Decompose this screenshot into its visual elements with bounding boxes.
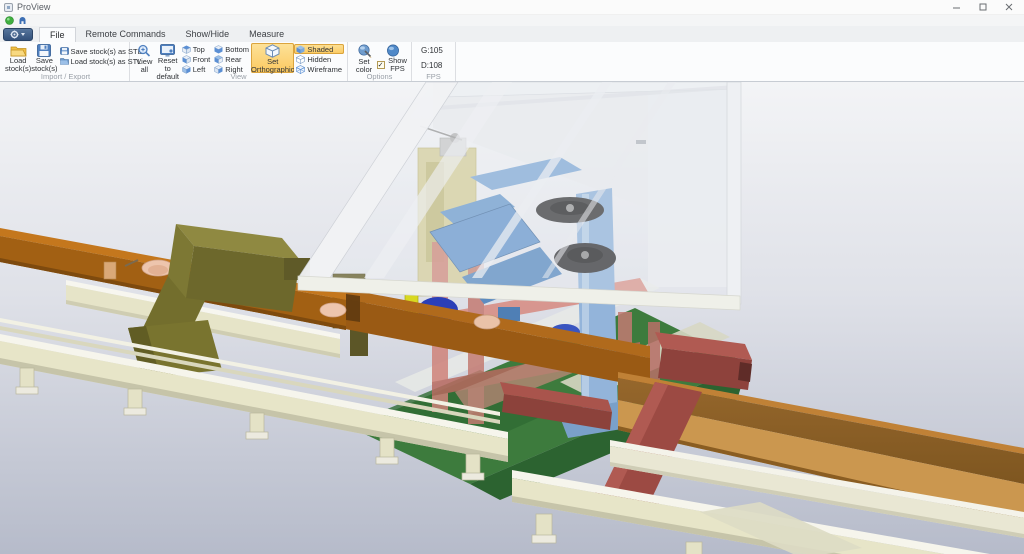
quick-access-toolbar [0,15,1024,26]
close-button[interactable] [998,1,1020,13]
gear-icon [10,30,19,39]
view-top-button[interactable]: Top [180,44,213,54]
folder-small-icon [60,57,69,65]
set-color-button[interactable]: Set color [351,43,377,73]
floppy-disk-small-icon [60,47,69,55]
tab-file[interactable]: File [39,27,76,42]
view-all-button[interactable]: View all [133,43,156,73]
reset-to-default-button[interactable]: Reset to default [156,43,180,73]
cube-rear-face-icon [214,55,223,64]
chevron-down-icon [21,33,26,37]
minimize-button[interactable] [946,1,968,13]
cube-bottom-face-icon [214,45,223,54]
color-sphere-pen-icon [357,44,372,58]
ribbon: Load stock(s) Save stock(s) Save stock(s… [0,42,1024,82]
hidden-button[interactable]: Hidden [294,54,344,64]
group-label-fps: FPS [412,72,455,81]
group-options: Set color Show FPS Options [348,42,412,81]
tab-show-hide[interactable]: Show/Hide [176,27,240,42]
window-title: ProView [17,2,50,12]
show-fps-button[interactable]: Show FPS [377,43,408,73]
application-menu-button[interactable] [3,28,33,41]
ribbon-tab-bar: File Remote Commands Show/Hide Measure [0,26,1024,42]
viewport-3d-scene[interactable] [0,82,1024,554]
tab-measure[interactable]: Measure [239,27,294,42]
status-dot-icon[interactable] [4,16,14,26]
group-fps: G:105 D:108 FPS [412,42,456,81]
shaded-cube-icon [296,45,305,54]
view-front-button[interactable]: Front [180,54,213,64]
show-fps-checkbox[interactable] [377,61,385,69]
set-orthographic-button[interactable]: Set Orthographic [251,43,294,73]
group-label-import-export: Import / Export [2,72,129,81]
magnifier-icon [137,44,151,58]
fps-d-value: D:108 [421,61,443,70]
group-import-export: Load stock(s) Save stock(s) Save stock(s… [2,42,130,81]
home-icon[interactable] [17,16,27,26]
cube-outline-icon [265,44,280,58]
cube-top-face-icon [182,45,191,54]
viewport [0,82,1024,554]
maximize-button[interactable] [972,1,994,13]
group-view: View all Reset to default Top Front Left [130,42,348,81]
view-bottom-button[interactable]: Bottom [212,44,251,54]
group-label-view: View [130,72,347,81]
tab-remote-commands[interactable]: Remote Commands [76,27,176,42]
shaded-button[interactable]: Shaded [294,44,344,54]
hidden-cube-icon [296,55,305,64]
fps-g-value: G:105 [421,46,443,55]
group-label-options: Options [348,72,411,81]
load-stock-button[interactable]: Load stock(s) [5,43,31,73]
title-bar: ProView [0,0,1024,15]
cube-front-face-icon [182,55,191,64]
view-rear-button[interactable]: Rear [212,54,251,64]
app-icon [4,3,13,12]
ribbon-empty-area [456,42,1024,81]
save-stock-button[interactable]: Save stock(s) [31,43,57,73]
